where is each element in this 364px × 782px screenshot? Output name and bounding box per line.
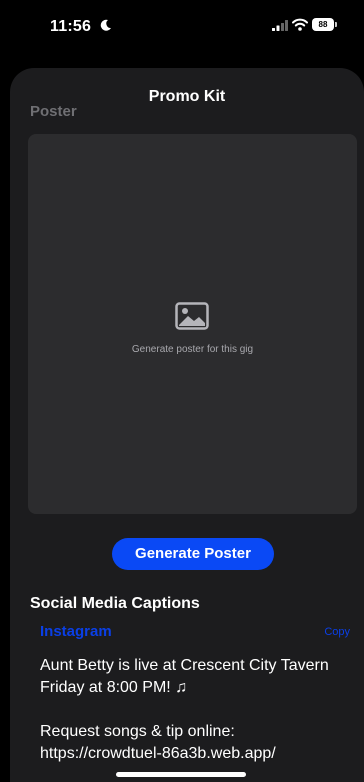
moon-icon <box>100 19 111 31</box>
poster-placeholder[interactable]: Generate poster for this gig <box>28 134 357 514</box>
status-bar: 11:56 88 <box>0 0 364 50</box>
photo-icon <box>175 302 209 330</box>
battery-cap <box>335 22 337 27</box>
battery-level: 88 <box>312 18 334 31</box>
battery-icon: 88 <box>312 18 337 31</box>
signal-icon <box>272 20 288 31</box>
copy-caption-button[interactable]: Copy <box>324 626 350 638</box>
caption-text[interactable]: Aunt Betty is live at Crescent City Tave… <box>40 655 360 782</box>
status-time: 11:56 <box>50 18 92 35</box>
promo-kit-sheet: Promo Kit Poster Generate poster for thi… <box>10 68 364 782</box>
caption-platform-label: Instagram <box>40 623 112 640</box>
generate-poster-button[interactable]: Generate Poster <box>112 538 274 570</box>
caption-line-2-text: Request songs & tip online: <box>40 723 235 740</box>
poster-placeholder-text: Generate poster for this gig <box>131 344 254 355</box>
captions-heading: Social Media Captions <box>30 595 200 612</box>
wifi-icon <box>292 18 308 31</box>
poster-section-label: Poster <box>30 103 77 120</box>
caption-line-2: Request songs & tip online: https://crowd… <box>40 721 360 765</box>
caption-link: https://crowdtuel-86a3b.web.app/ <box>40 745 276 762</box>
caption-line-1: Aunt Betty is live at Crescent City Tave… <box>40 657 329 696</box>
home-indicator[interactable] <box>116 772 246 777</box>
